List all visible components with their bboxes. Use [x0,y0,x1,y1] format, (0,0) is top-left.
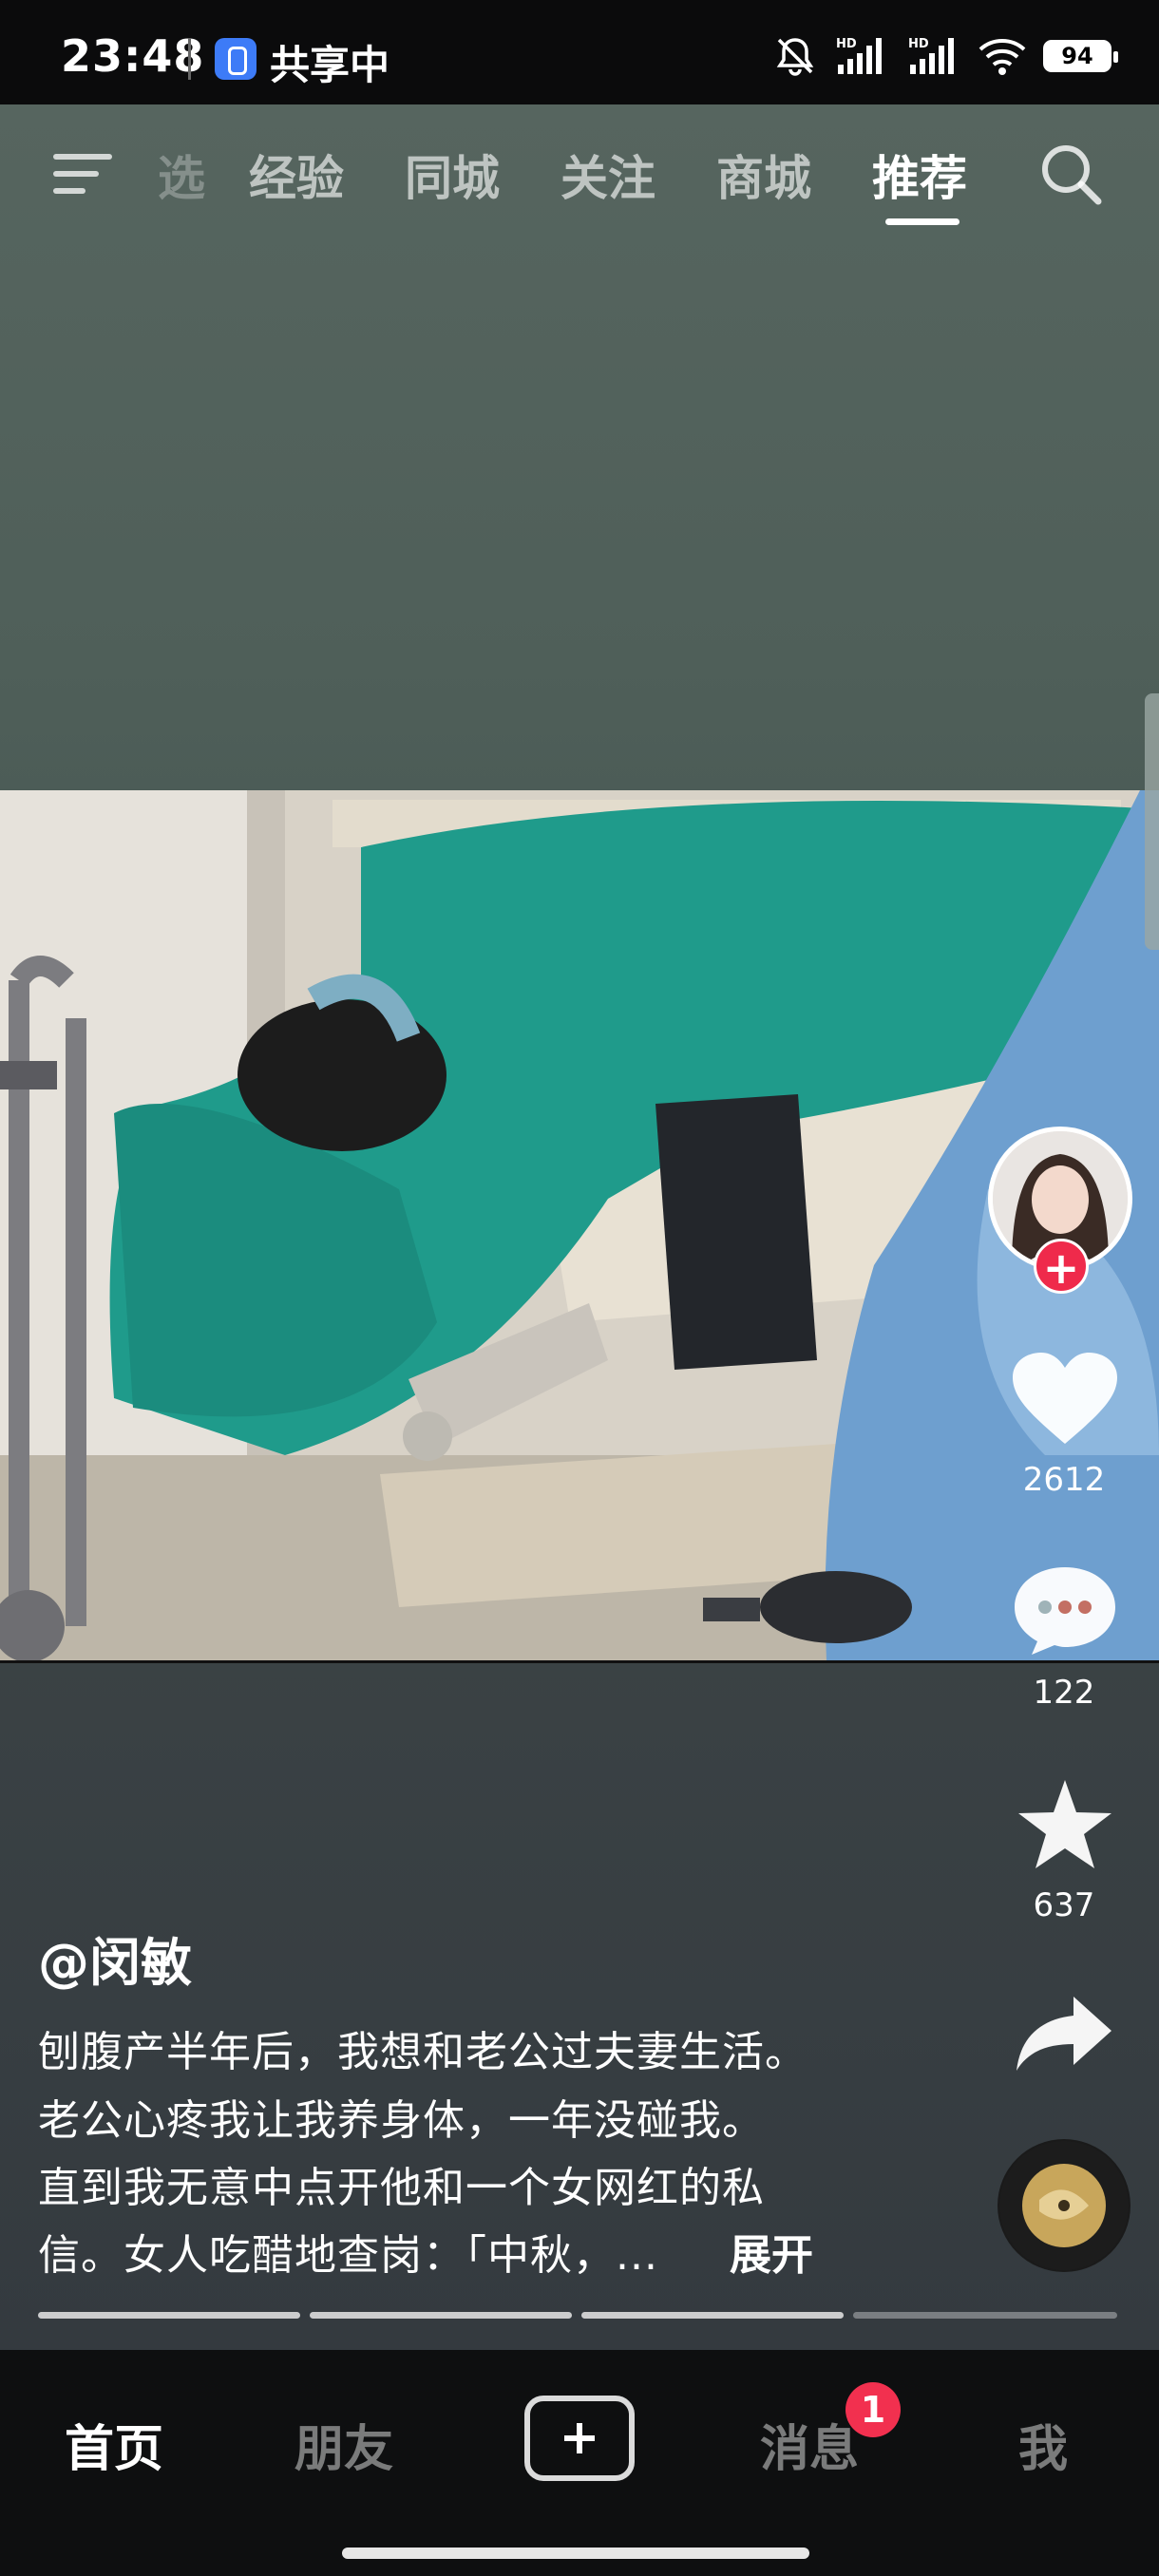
status-icons: HD HD 94 [773,32,1118,80]
caption-line-1: 刨腹产半年后，我想和老公过夫妻生活。 [38,2028,808,2076]
tab-recommend[interactable]: 推荐 [872,141,967,209]
side-scroll-handle[interactable] [1145,693,1159,950]
caption-line-2: 老公心疼我让我养身体，一年没碰我。 [38,2096,765,2145]
expand-caption-button[interactable]: 展开 [730,2221,813,2282]
active-tab-indicator [885,218,960,225]
tab-experience[interactable]: 经验 [249,141,344,209]
battery-indicator: 94 [1043,40,1118,72]
hd-label-1: HD [836,37,857,51]
favorite-count: 637 [1033,1886,1095,1924]
progress-segment-1 [38,2312,300,2319]
search-icon[interactable] [1036,139,1108,211]
signal-icon-1: HD [836,37,882,74]
music-disc-icon[interactable] [998,2139,1130,2272]
nav-me[interactable]: 我 [1018,2409,1068,2480]
message-badge: 1 [846,2382,901,2437]
tab-following[interactable]: 关注 [560,141,656,209]
screen-share-icon [215,38,256,80]
caption-line-4: 信。女人吃醋地查岗：「中秋，... [38,2231,658,2280]
video-scene-image [0,790,1159,1660]
tab-local[interactable]: 同城 [405,141,500,209]
author-name[interactable]: @闵敏 [38,1921,192,1996]
comment-icon[interactable] [1013,1565,1117,1657]
caption-line-3: 直到我无意中点开他和一个女网红的私 [38,2164,765,2212]
comment-count: 122 [1033,1674,1095,1712]
wifi-icon [978,39,1026,75]
nav-friends[interactable]: 朋友 [294,2409,393,2480]
menu-icon[interactable] [53,148,116,199]
screen-share-label: 共享中 [270,42,390,88]
signal-icon-2: HD [908,37,954,74]
tab-partial[interactable]: 选 [158,141,205,209]
nav-home[interactable]: 首页 [65,2409,163,2480]
video-frame[interactable] [0,790,1159,1663]
home-indicator[interactable] [342,2548,809,2559]
tab-mall[interactable]: 商城 [716,141,811,209]
hd-label-2: HD [908,37,929,51]
mute-bell-icon [776,38,814,76]
status-time: 23:48 [61,30,205,82]
follow-button[interactable]: + [1034,1239,1089,1294]
progress-segment-4 [853,2312,1117,2319]
nav-messages[interactable]: 消息 [760,2409,859,2480]
music-cover-image [999,2141,1129,2270]
status-divider [188,38,191,80]
plus-icon[interactable] [524,2396,635,2481]
like-count: 2612 [1022,1461,1106,1499]
progress-segment-2 [310,2312,572,2319]
star-icon[interactable] [1016,1778,1113,1871]
heart-icon[interactable] [1013,1353,1117,1448]
share-icon[interactable] [1015,1995,1113,2073]
progress-segment-3 [581,2312,844,2319]
